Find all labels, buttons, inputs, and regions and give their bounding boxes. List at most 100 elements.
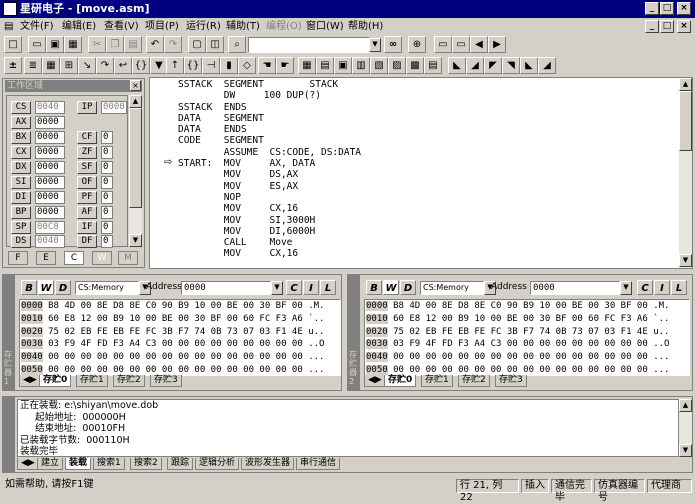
- reg-si-value[interactable]: 0000: [35, 176, 65, 189]
- save-icon[interactable]: ▣: [46, 36, 64, 53]
- reg-si-label[interactable]: SI: [11, 176, 31, 189]
- memory-row[interactable]: 0020 75 02 EB FE EB FE FC 3B F7 74 0B 73…: [366, 326, 669, 339]
- prog-icon-5[interactable]: ◣: [520, 57, 538, 74]
- tab-output_tabs-0[interactable]: 建立: [37, 458, 64, 470]
- doc-minimize-icon[interactable]: _: [645, 20, 659, 33]
- memory-row[interactable]: 0000 B8 4D 00 8E D8 8E C0 90 B9 10 00 BE…: [21, 300, 324, 313]
- reg-ip-label[interactable]: IP: [77, 101, 97, 114]
- reg-sp-value[interactable]: 00C8: [35, 221, 65, 234]
- mem1-dump[interactable]: 0000 B8 4D 00 8E D8 8E C0 90 B9 10 00 BE…: [19, 299, 341, 376]
- tab-scroll-icon[interactable]: ◀▶: [17, 458, 39, 470]
- reg-di-value[interactable]: 0000: [35, 191, 65, 204]
- flag-if-label[interactable]: IF: [77, 221, 97, 234]
- editor-scroll-thumb[interactable]: [679, 91, 692, 151]
- flag-sf-label[interactable]: SF: [77, 161, 97, 174]
- mem1-b-button[interactable]: B: [21, 280, 37, 295]
- flag-of-value[interactable]: 0: [101, 176, 113, 189]
- menu-edit[interactable]: 编辑(E): [62, 18, 96, 35]
- code-line[interactable]: MOV CX,16: [178, 203, 678, 214]
- view-mem-icon[interactable]: ▤: [316, 57, 334, 74]
- code-line[interactable]: MOV DI,6000H: [178, 226, 678, 237]
- scroll-down-icon[interactable]: ▼: [129, 234, 142, 247]
- menu-file[interactable]: 文件(F): [20, 18, 54, 35]
- find-icon[interactable]: ⊕: [408, 36, 426, 53]
- reg-ax-value[interactable]: 0000: [35, 116, 65, 129]
- view-ws-icon[interactable]: ▤: [424, 57, 442, 74]
- tab-scroll-icon[interactable]: ◀▶: [364, 375, 386, 387]
- memory-row[interactable]: 0030 03 F9 4F FD F3 A4 C3 00 00 00 00 00…: [21, 338, 324, 351]
- reg-bp-label[interactable]: BP: [11, 206, 31, 219]
- mem1-space-combo[interactable]: CS:Memory: [75, 281, 139, 295]
- code-line[interactable]: DATA SEGMENT: [178, 113, 678, 124]
- menu-tools[interactable]: 辅助(T): [226, 18, 260, 35]
- tab-mem_tabs-0[interactable]: 存贮0: [384, 375, 417, 387]
- com-icon[interactable]: ⊞: [60, 57, 78, 74]
- code-line[interactable]: MOV ES,AX: [178, 181, 678, 192]
- ws-tab-edit[interactable]: E: [36, 251, 56, 265]
- memory-row[interactable]: 0010 60 E8 12 00 B9 10 00 BE 00 30 BF 00…: [366, 313, 669, 326]
- reg-ax-label[interactable]: AX: [11, 116, 31, 129]
- bookmark-clear-icon[interactable]: ▭: [452, 36, 470, 53]
- flag-zf-value[interactable]: 0: [101, 146, 113, 159]
- menu-run[interactable]: 运行(R): [186, 18, 221, 35]
- mem1-c-button[interactable]: C: [286, 280, 302, 295]
- mem1-d-button[interactable]: D: [55, 280, 71, 295]
- tab-output_tabs-5[interactable]: 逻辑分析: [195, 458, 240, 470]
- scroll-up-icon[interactable]: ▲: [129, 95, 142, 108]
- tab-mem_tabs-3[interactable]: 存贮3: [495, 375, 527, 387]
- tab-output_tabs-3[interactable]: 搜索2: [130, 458, 162, 470]
- paste-icon[interactable]: ▤: [124, 36, 142, 53]
- output-scroll-down-icon[interactable]: ▼: [679, 444, 692, 457]
- mem2-w-button[interactable]: W: [383, 280, 399, 295]
- maximize-icon[interactable]: □: [660, 2, 674, 15]
- window-cascade-icon[interactable]: ▢: [188, 36, 206, 53]
- flag-pf-value[interactable]: 0: [101, 191, 113, 204]
- editor-scroll-down-icon[interactable]: ▼: [679, 254, 692, 267]
- prog-icon-2[interactable]: ◢: [466, 57, 484, 74]
- register-scrollbar[interactable]: ▲ ▼: [129, 95, 142, 247]
- flag-af-value[interactable]: 0: [101, 206, 113, 219]
- doc-close-icon[interactable]: ×: [677, 20, 691, 33]
- view-regs-icon[interactable]: ▦: [298, 57, 316, 74]
- breakpoint-icon[interactable]: {}: [184, 57, 202, 74]
- code-line[interactable]: CALL Move: [178, 237, 678, 248]
- code-line[interactable]: NOP: [178, 192, 678, 203]
- binoculars-icon[interactable]: ∞: [384, 36, 402, 53]
- stop-icon[interactable]: ▮: [220, 57, 238, 74]
- memory-row[interactable]: 0040 00 00 00 00 00 00 00 00 00 00 00 00…: [366, 351, 669, 364]
- mem2-l-button[interactable]: L: [671, 280, 687, 295]
- menu-window[interactable]: 窗口(W): [306, 18, 344, 35]
- flag-af-label[interactable]: AF: [77, 206, 97, 219]
- reg-dx-value[interactable]: 0000: [35, 161, 65, 174]
- code-line[interactable]: START: MOV AX, DATA: [178, 158, 678, 169]
- mem2-dump[interactable]: 0000 B8 4D 00 8E D8 8E C0 90 B9 10 00 BE…: [364, 299, 690, 376]
- memory-row[interactable]: 0000 B8 4D 00 8E D8 8E C0 90 B9 10 00 BE…: [366, 300, 669, 313]
- find-in-files-icon[interactable]: ⌕: [228, 36, 246, 53]
- prog-icon-4[interactable]: ◥: [502, 57, 520, 74]
- menu-help[interactable]: 帮助(H): [348, 18, 383, 35]
- step-over-icon[interactable]: ↷: [96, 57, 114, 74]
- flag-of-label[interactable]: OF: [77, 176, 97, 189]
- tab-mem_tabs-1[interactable]: 存贮1: [76, 375, 108, 387]
- tab-output_tabs-4[interactable]: 跟踪: [167, 458, 194, 470]
- mem2-i-button[interactable]: I: [654, 280, 670, 295]
- redo-icon[interactable]: ↷: [164, 36, 182, 53]
- tab-mem_tabs-2[interactable]: 存贮2: [113, 375, 145, 387]
- memory-row[interactable]: 0040 00 00 00 00 00 00 00 00 00 00 00 00…: [21, 351, 324, 364]
- reg-ds-label[interactable]: DS: [11, 235, 31, 248]
- tab-output_tabs-1[interactable]: 装载: [65, 458, 92, 470]
- save-all-icon[interactable]: ▦: [64, 36, 82, 53]
- mem1-address-dropdown-icon[interactable]: ▼: [271, 281, 283, 295]
- tab-mem_tabs-2[interactable]: 存贮2: [458, 375, 490, 387]
- code-line[interactable]: MOV SI,3000H: [178, 215, 678, 226]
- mem2-c-button[interactable]: C: [637, 280, 653, 295]
- bookmark-next-icon[interactable]: ▶: [488, 36, 506, 53]
- view-watch-icon[interactable]: ▣: [334, 57, 352, 74]
- prog-icon-3[interactable]: ◤: [484, 57, 502, 74]
- source-code[interactable]: SSTACK SEGMENT STACK DW 100 DUP(?) SSTACK…: [178, 79, 678, 267]
- menu-project[interactable]: 项目(P): [145, 18, 179, 35]
- step-into-icon[interactable]: ↘: [78, 57, 96, 74]
- flag-df-label[interactable]: DF: [77, 235, 97, 248]
- reset-icon[interactable]: ◇: [238, 57, 256, 74]
- tab-mem_tabs-3[interactable]: 存贮3: [150, 375, 182, 387]
